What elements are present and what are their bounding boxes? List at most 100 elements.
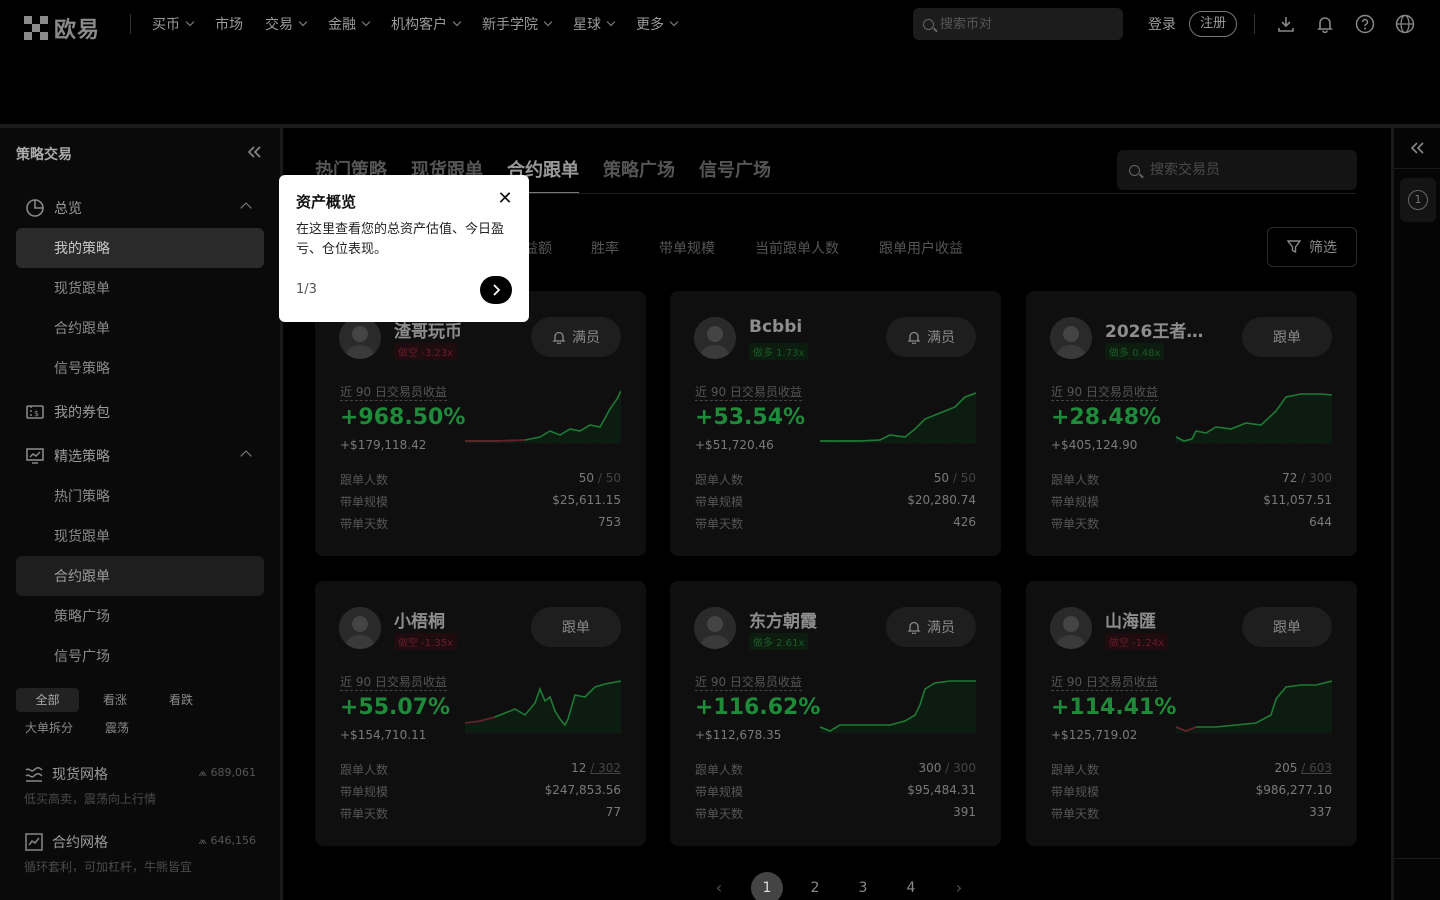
avatar[interactable] [1050, 317, 1092, 359]
sidebar-collapse-icon[interactable] [246, 144, 262, 160]
trader-name[interactable]: 2026王者... [1105, 317, 1205, 342]
copy-button[interactable]: 跟单 [531, 607, 621, 647]
nav-item-2[interactable]: 交易 [265, 14, 308, 34]
trader-search-input[interactable] [1150, 162, 1340, 178]
close-icon[interactable]: ✕ [497, 190, 513, 208]
trader-name[interactable]: 东方朝霞 [749, 607, 817, 632]
copy-button[interactable]: 跟单 [1242, 607, 1332, 647]
nav-item-5[interactable]: 新手学院 [482, 14, 553, 34]
bell-icon[interactable] [1314, 13, 1336, 35]
avatar[interactable] [694, 317, 736, 359]
position-tag: 做多 0.48x [1105, 343, 1165, 360]
pair-search-input[interactable] [940, 16, 1110, 32]
trader-card[interactable]: Bcbbi 做多 1.73x 满员近 90 日交易员收益 +53.54% +$51,72… [670, 291, 1001, 556]
rail-info-badge[interactable]: 1 [1400, 178, 1436, 222]
sidebar-item-hot-strategies[interactable]: 热门策略 [16, 476, 264, 516]
trader-card[interactable]: 东方朝霞 做多 2.61x 满员近 90 日交易员收益 +116.62% +$112,6… [670, 581, 1001, 846]
top-search[interactable] [913, 8, 1123, 40]
login-link[interactable]: 登录 [1148, 14, 1176, 34]
brand-logo[interactable]: 欧易 [24, 12, 100, 44]
spot-grid-entry[interactable]: 现货网格 ⩕ 689,061 低买高卖，震荡向上行情 [24, 764, 264, 807]
page-4[interactable]: 4 [895, 872, 927, 900]
sidebar-item-signal-square[interactable]: 信号广场 [16, 636, 264, 676]
onboarding-popover: 资产概览 ✕ 在这里查看您的总资产估值、今日盈亏、仓位表现。 1/3 [279, 175, 529, 322]
trader-card[interactable]: 小梧桐 做空 -1.35x 跟单近 90 日交易员收益 +55.07% +$154,71… [315, 581, 646, 846]
avatar[interactable] [1050, 607, 1092, 649]
copy-button[interactable]: 跟单 [1242, 317, 1332, 357]
position-tag: 做多 1.73x [749, 343, 809, 360]
brand-name: 欧易 [54, 18, 101, 43]
chip-range[interactable]: 震荡 [86, 716, 148, 740]
roi-value: +114.41% [1051, 695, 1177, 720]
sidebar-item-signal-strategy[interactable]: 信号策略 [16, 348, 264, 388]
next-page-icon[interactable]: › [943, 872, 975, 900]
filter-button[interactable]: 筛选 [1267, 227, 1357, 267]
trader-name[interactable]: 山海匯 [1105, 607, 1156, 632]
pnl-value: +$125,719.02 [1051, 728, 1138, 742]
sidebar-item-strategy-square[interactable]: 策略广场 [16, 596, 264, 636]
trader-card[interactable]: 2026王者... 做多 0.48x 跟单近 90 日交易员收益 +28.48% +$4… [1026, 291, 1357, 556]
nav-item-0[interactable]: 买币 [152, 14, 195, 34]
earnings-label: 近 90 日交易员收益 [695, 675, 802, 691]
sort-followers[interactable]: 当前跟单人数 [755, 238, 839, 258]
futures-grid-entry[interactable]: 合约网格 ⩕ 646,156 循环套利，可加杠杆，牛熊皆宜 [24, 832, 264, 875]
register-button[interactable]: 注册 [1189, 11, 1238, 37]
download-icon[interactable] [1275, 13, 1297, 35]
search-icon [923, 18, 934, 30]
help-icon[interactable] [1354, 13, 1376, 35]
position-tag: 做空 -1.24x [1105, 633, 1168, 650]
nav-divider [130, 14, 131, 34]
pnl-sparkline [465, 390, 621, 444]
page-3[interactable]: 3 [847, 872, 879, 900]
nav-item-4[interactable]: 机构客户 [391, 14, 462, 34]
avatar[interactable] [694, 607, 736, 649]
trader-search[interactable] [1117, 150, 1357, 190]
nav-item-6[interactable]: 星球 [573, 14, 616, 34]
position-tag: 做空 -1.35x [394, 633, 457, 650]
next-step-button[interactable] [480, 276, 512, 304]
chip-all[interactable]: 全部 [16, 688, 79, 712]
trader-name[interactable]: 小梧桐 [394, 607, 445, 632]
tab-strategy-square[interactable]: 策略广场 [603, 156, 675, 194]
trader-card[interactable]: 山海匯 做空 -1.24x 跟单近 90 日交易员收益 +114.41% +$125,7… [1026, 581, 1357, 846]
rail-expand-icon[interactable] [1409, 140, 1425, 161]
sidebar-item-spot-copy-curated[interactable]: 现货跟单 [16, 516, 264, 556]
nav-item-7[interactable]: 更多 [636, 14, 679, 34]
nav-item-3[interactable]: 金融 [328, 14, 371, 34]
position-tag: 做空 -3.23x [394, 343, 457, 360]
chevron-down-icon [185, 17, 195, 27]
sidebar-group-overview[interactable]: 总览 [16, 188, 264, 228]
page-1[interactable]: 1 [751, 872, 783, 900]
copy-button[interactable]: 满员 [886, 317, 976, 357]
page-2[interactable]: 2 [799, 872, 831, 900]
copy-button[interactable]: 满员 [886, 607, 976, 647]
sidebar-group-curated[interactable]: 精选策略 [16, 436, 264, 476]
nav-item-1[interactable]: 市场 [215, 14, 243, 34]
chip-bullish[interactable]: 看涨 [84, 688, 146, 712]
sidebar-item-spot-copy[interactable]: 现货跟单 [16, 268, 264, 308]
avatar[interactable] [339, 317, 381, 359]
copy-button[interactable]: 满员 [531, 317, 621, 357]
earnings-label: 近 90 日交易员收益 [340, 385, 447, 401]
avatar[interactable] [339, 607, 381, 649]
pagination: ‹ 1 2 3 4 › [703, 872, 975, 900]
globe-icon[interactable] [1394, 13, 1416, 35]
trader-card[interactable]: 渣哥玩币 做空 -3.23x 满员近 90 日交易员收益 +968.50% +$179,… [315, 291, 646, 556]
sidebar-item-futures-copy-curated[interactable]: 合约跟单 [16, 556, 264, 596]
futures-grid-title: 合约网格 [52, 835, 108, 851]
trader-name[interactable]: Bcbbi [749, 317, 802, 337]
sidebar-item-futures-copy[interactable]: 合约跟单 [16, 308, 264, 348]
earnings-label: 近 90 日交易员收益 [340, 675, 447, 691]
chevron-down-icon [606, 17, 616, 27]
sort-follower-profit[interactable]: 跟单用户收益 [879, 238, 963, 258]
chip-order-split[interactable]: 大单拆分 [16, 716, 82, 740]
sort-aum[interactable]: 带单规模 [659, 238, 715, 258]
sidebar-group-label: 总览 [54, 201, 82, 217]
sidebar-group-coupons[interactable]: $ 我的券包 [16, 392, 264, 432]
sidebar-item-my-strategies[interactable]: 我的策略 [16, 228, 264, 268]
tab-signal-square[interactable]: 信号广场 [699, 156, 771, 194]
sort-win-rate[interactable]: 胜率 [591, 238, 619, 258]
prev-page-icon[interactable]: ‹ [703, 872, 735, 900]
bell-icon [907, 621, 921, 634]
chip-bearish[interactable]: 看跌 [150, 688, 212, 712]
